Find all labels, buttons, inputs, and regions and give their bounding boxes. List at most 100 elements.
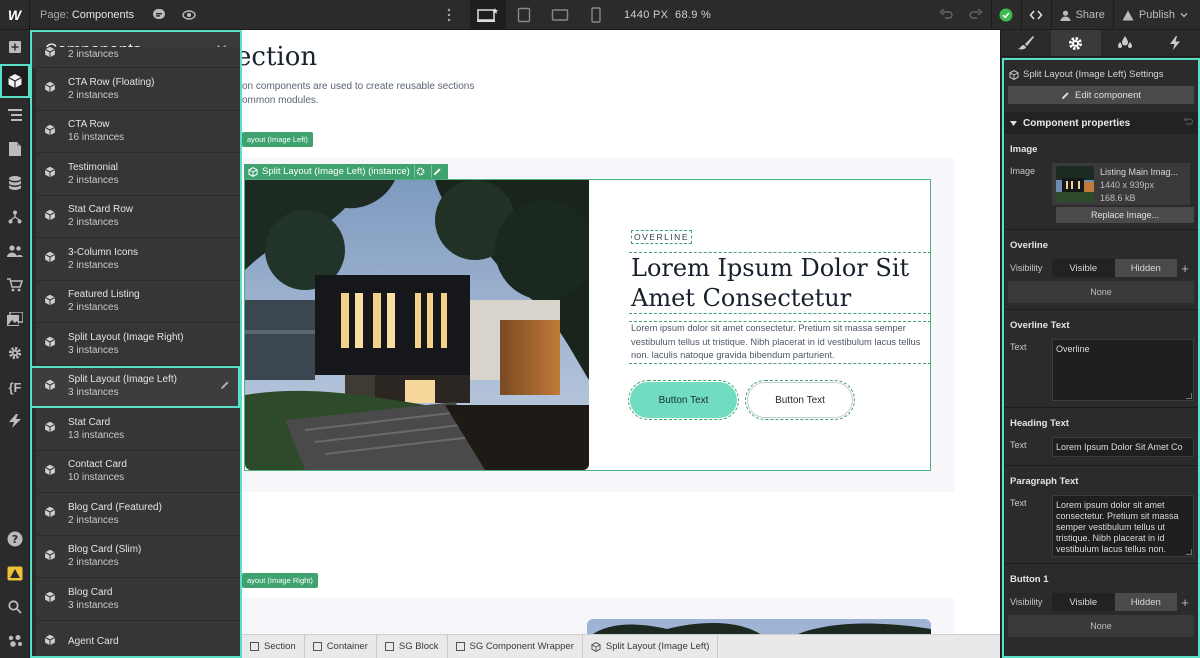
device-switcher: [470, 0, 614, 30]
breadcrumb-item[interactable]: Container: [305, 634, 377, 658]
add-icon[interactable]: +: [1177, 259, 1193, 277]
component-item-text: Stat Card 13 instances: [68, 416, 124, 442]
resize-grip-icon[interactable]: [1186, 393, 1192, 399]
publish-button[interactable]: Publish: [1112, 0, 1200, 30]
text-label: Text: [1010, 342, 1027, 352]
users-icon[interactable]: [0, 234, 30, 268]
gear-icon[interactable]: [413, 165, 427, 178]
visible-option[interactable]: Visible: [1052, 593, 1115, 611]
help-icon[interactable]: ?: [0, 522, 30, 556]
breadcrumb-item[interactable]: SG Block: [377, 634, 448, 658]
page-selector[interactable]: Page: Components: [30, 9, 144, 21]
component-list-item[interactable]: 2 instances: [36, 46, 240, 68]
hidden-option[interactable]: Hidden: [1114, 593, 1177, 611]
desktop-star-icon[interactable]: [470, 0, 506, 30]
heading-text-input[interactable]: Lorem Ipsum Dolor Sit Amet Co: [1052, 437, 1194, 457]
paragraph-text[interactable]: Lorem ipsum dolor sit amet consectetur. …: [629, 321, 931, 364]
component-properties-header[interactable]: Component properties: [1004, 112, 1198, 134]
add-icon[interactable]: [0, 30, 30, 64]
design-canvas[interactable]: ection on components are used to create …: [242, 30, 1000, 634]
image-picker[interactable]: Listing Main Imag... 1440 x 939px 168.6 …: [1052, 163, 1190, 205]
pages-icon[interactable]: [0, 132, 30, 166]
cms-icon[interactable]: [0, 166, 30, 200]
mobile-icon[interactable]: [578, 0, 614, 30]
gear-icon[interactable]: [1050, 30, 1101, 56]
add-icon[interactable]: +: [1177, 593, 1193, 611]
pencil-icon[interactable]: [430, 165, 444, 178]
audit-icon[interactable]: [0, 556, 30, 590]
search-icon[interactable]: [0, 590, 30, 624]
component-count: 16 instances: [68, 132, 125, 144]
settings-icon[interactable]: [0, 336, 30, 370]
share-button[interactable]: Share: [1050, 0, 1113, 30]
bolt-icon[interactable]: [1150, 30, 1200, 56]
component-list-item[interactable]: Testimonial 2 instances: [36, 153, 240, 196]
component-list-item[interactable]: CTA Row 16 instances: [36, 110, 240, 153]
variables-icon[interactable]: {F: [0, 370, 30, 404]
overline-text-input[interactable]: Overline: [1052, 339, 1194, 401]
component-list-item[interactable]: Agent Card: [36, 620, 240, 656]
listing-image[interactable]: [245, 180, 589, 470]
cube-icon: [44, 251, 56, 266]
redo-icon[interactable]: [961, 0, 991, 30]
primary-button[interactable]: Button Text: [628, 380, 739, 420]
component-list-item[interactable]: Split Layout (Image Left) 3 instances: [32, 365, 240, 408]
undo-icon[interactable]: [931, 0, 961, 30]
edit-component-button[interactable]: Edit component: [1008, 86, 1194, 104]
reset-icon[interactable]: [1183, 118, 1193, 127]
visible-option[interactable]: Visible: [1052, 259, 1115, 277]
canvas-size-readout[interactable]: 1440 PX 68.9 %: [624, 9, 711, 21]
secondary-button[interactable]: Button Text: [745, 380, 855, 420]
cube-icon: [591, 641, 601, 652]
tablet-icon[interactable]: [506, 0, 542, 30]
component-list-item[interactable]: Blog Card (Slim) 2 instances: [36, 535, 240, 578]
ecommerce-icon[interactable]: [0, 268, 30, 302]
instance-tag[interactable]: Split Layout (Image Left) (instance): [244, 164, 448, 179]
paragraph-text-input[interactable]: Lorem ipsum dolor sit amet consectetur. …: [1052, 495, 1194, 557]
components-icon[interactable]: [0, 64, 30, 98]
component-list-item[interactable]: Contact Card 10 instances: [36, 450, 240, 493]
more-icon[interactable]: [446, 8, 452, 25]
hidden-option[interactable]: Hidden: [1114, 259, 1177, 277]
breadcrumb-label: SG Component Wrapper: [469, 641, 574, 652]
cube-icon: [44, 379, 56, 394]
collaborators-icon[interactable]: [0, 624, 30, 658]
component-list-item[interactable]: Split Layout (Image Right) 3 instances: [36, 323, 240, 366]
overline-text[interactable]: OVERLINE: [631, 230, 692, 244]
logic-icon[interactable]: [0, 200, 30, 234]
breadcrumb-item[interactable]: Split Layout (Image Left): [583, 634, 719, 658]
component-list-item[interactable]: CTA Row (Floating) 2 instances: [36, 68, 240, 111]
resize-grip-icon[interactable]: [1186, 549, 1192, 555]
style-brush-icon[interactable]: [1001, 30, 1051, 56]
heading-text[interactable]: Lorem Ipsum Dolor Sit Amet Consectetur: [629, 252, 931, 314]
webflow-logo[interactable]: W: [0, 0, 30, 30]
breadcrumb-item[interactable]: SG Component Wrapper: [448, 634, 583, 658]
split-layout-instance[interactable]: OVERLINE Lorem Ipsum Dolor Sit Amet Cons…: [244, 179, 931, 471]
component-label-top[interactable]: ayout (Image Left): [242, 132, 313, 147]
navigator-icon[interactable]: [0, 98, 30, 132]
listing-image-2[interactable]: [587, 619, 931, 634]
component-list-item[interactable]: Stat Card 13 instances: [36, 408, 240, 451]
check-icon[interactable]: [990, 0, 1021, 30]
component-list-item[interactable]: Blog Card (Featured) 2 instances: [36, 493, 240, 536]
breadcrumb-item[interactable]: Section: [242, 634, 305, 658]
comment-icon[interactable]: [144, 0, 174, 30]
visibility-binding[interactable]: None: [1008, 281, 1194, 303]
pencil-icon[interactable]: [220, 380, 230, 393]
left-toolbar-bottom: ?: [0, 522, 30, 658]
component-list-item[interactable]: Featured Listing 2 instances: [36, 280, 240, 323]
component-list-item[interactable]: 3-Column Icons 2 instances: [36, 238, 240, 281]
replace-image-button[interactable]: Replace Image...: [1056, 207, 1194, 223]
assets-icon[interactable]: [0, 302, 30, 336]
component-list-item[interactable]: Blog Card 3 instances: [36, 578, 240, 621]
component-item-text: Stat Card Row 2 instances: [68, 203, 133, 229]
component-list-item[interactable]: Stat Card Row 2 instances: [36, 195, 240, 238]
visibility-binding[interactable]: None: [1008, 615, 1194, 637]
text-label: Text: [1010, 440, 1027, 450]
drops-icon[interactable]: [1100, 30, 1151, 56]
component-label-bottom[interactable]: ayout (Image Right): [242, 573, 318, 588]
apps-icon[interactable]: [0, 404, 30, 438]
eye-icon[interactable]: [174, 0, 204, 30]
mobile-landscape-icon[interactable]: [542, 0, 578, 30]
code-icon[interactable]: [1020, 0, 1051, 30]
